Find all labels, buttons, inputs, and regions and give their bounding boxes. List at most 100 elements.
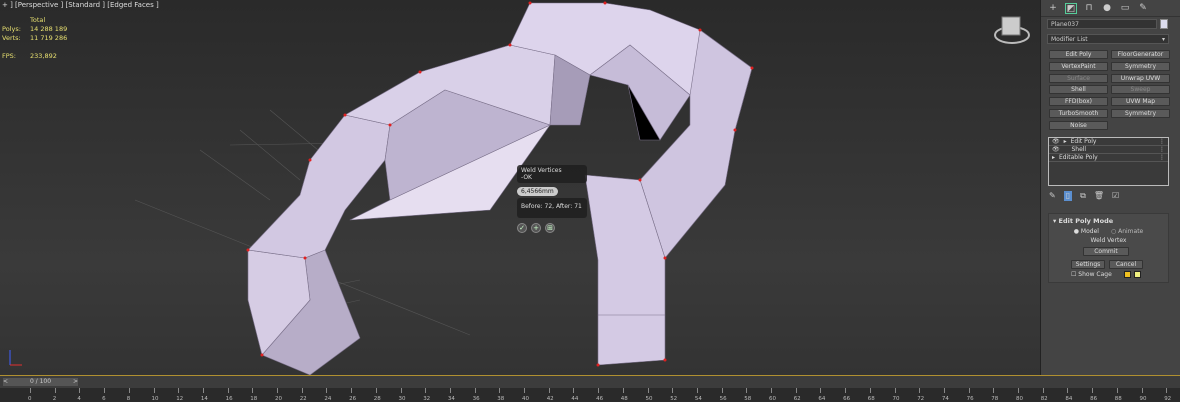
show-cage-checkbox[interactable]: ☐ Show Cage [1071,271,1112,278]
cancel-button[interactable]: Cancel [1109,260,1143,269]
utilities-tab-icon[interactable]: ✎ [1137,3,1149,14]
tick-label: 8 [126,396,131,402]
remove-modifier-icon[interactable]: 🗑 [1094,191,1104,201]
polys-value: 14 288 189 [30,25,68,33]
tick-mark [178,388,180,393]
cage-color-1[interactable] [1124,271,1131,278]
frame-counter: 0 / 100 [29,378,52,385]
tick-label: 4 [77,396,81,402]
tick-mark [845,388,847,393]
modifier-button[interactable]: Symmetry [1111,61,1170,71]
make-unique-icon[interactable]: ⧉ [1080,191,1086,201]
stats-overlay: Total Polys: 14 288 189 Verts: 11 719 286 … [2,16,67,61]
tick-mark [351,388,353,393]
tick-label: 44 [571,396,579,402]
pin-stack-icon[interactable]: ✎ [1049,191,1056,201]
ok-icon[interactable]: ✓ [517,223,527,233]
modifier-list-dropdown[interactable]: Modifier List ▾ [1047,34,1169,44]
modifier-button[interactable]: Edit Poly [1049,50,1108,59]
tick-mark [820,388,822,393]
modifier-button[interactable]: Symmetry [1111,109,1170,118]
tick-mark [869,388,871,393]
stack-item-edit-poly[interactable]: 👁 ▸ Edit Poly ⋮ [1049,138,1168,146]
viewport-label[interactable]: + ] [Perspective ] [Standard ] [Edged Fa… [2,1,159,9]
caddy-title-text: Weld Vertices [521,167,562,174]
viewport[interactable]: + ] [Perspective ] [Standard ] [Edged Fa… [0,0,1040,375]
tick-mark [400,388,402,393]
animate-radio[interactable]: ○ Animate [1111,228,1143,235]
tick-mark [771,388,772,393]
modifier-button[interactable]: FloorGenerator [1111,50,1170,59]
tick-mark [474,388,476,393]
tick-label: 2 [52,396,57,402]
tick-mark [647,388,649,393]
tick-mark [1042,388,1044,393]
tick-label: 20 [275,396,282,402]
settings-button[interactable]: Settings [1071,260,1105,269]
tick-label: 10 [151,396,159,402]
tick-mark [54,388,56,393]
view-cube-icon [994,16,1030,44]
modifier-button[interactable]: UVW Map [1111,97,1170,107]
object-color-swatch[interactable] [1160,19,1168,29]
tick-label: 66 [843,396,851,402]
tick-mark [894,388,896,393]
verts-label: Verts: [2,34,21,42]
tick-mark [252,388,254,393]
apply-continue-icon[interactable]: + [531,223,541,233]
track-bar[interactable]: 0 2 4 6 8 10 12 14 16 18 20 22 24 26 28 30 32 34 36 38 40 42 4… [0,388,1180,402]
modifier-button[interactable]: VertexPaint [1049,61,1108,71]
model-radio[interactable]: ● Model [1074,228,1099,235]
tick-label: 24 [324,396,332,402]
stack-item-shell[interactable]: 👁 Shell ⋮ [1049,146,1168,154]
tick-label: 38 [497,396,505,402]
tick-label: 72 [917,396,925,402]
tick-label: 62 [793,396,801,402]
tick-label: 68 [867,396,875,402]
create-tab-icon[interactable]: + [1047,3,1059,14]
display-tab-icon[interactable]: ▭ [1119,3,1131,14]
modifier-button[interactable]: Sweep [1111,85,1170,95]
pin-icon[interactable]: ⊞ [545,223,555,233]
weld-threshold-input[interactable]: 6,4566mm [517,187,558,196]
tick-label: 12 [176,396,184,402]
tick-mark [499,388,501,393]
modifier-button[interactable]: Shell [1049,85,1108,95]
modifier-button[interactable]: TurboSmooth [1049,109,1108,118]
motion-tab-icon[interactable]: ● [1101,3,1113,14]
polys-label: Polys: [2,25,21,33]
tick-mark [104,388,106,393]
time-slider[interactable]: <0 / 100 > [3,378,78,386]
tick-label: 18 [250,396,258,402]
tick-label: 64 [818,396,826,402]
caddy-title: Weld Vertices -OK [517,165,587,183]
modifier-button[interactable]: Unwrap UVW [1111,73,1170,83]
eye-icon[interactable]: 👁 [1052,146,1060,153]
tick-mark [153,388,155,393]
modify-tab-icon[interactable]: ◩ [1065,3,1077,14]
eye-icon[interactable]: 👁 [1052,138,1060,145]
tick-label: 32 [423,396,431,402]
configure-icon[interactable]: ☑ [1112,191,1119,201]
tick-mark [1116,388,1118,393]
modifier-stack[interactable]: 👁 ▸ Edit Poly ⋮ 👁 Shell ⋮ ▸ Editable Poly ⋮ [1048,137,1169,186]
stack-item-editable-poly[interactable]: ▸ Editable Poly ⋮ [1049,154,1168,162]
cage-color-2[interactable] [1134,271,1141,278]
tick-mark [622,388,624,393]
tick-mark [721,388,723,393]
object-name-input[interactable]: Plane037 [1047,19,1157,29]
axis-tripod-icon [9,350,22,366]
modifier-button[interactable]: Noise [1049,120,1108,130]
commit-button[interactable]: Commit [1083,247,1129,256]
tick-label: 14 [200,396,208,402]
tick-label: 16 [225,396,233,402]
tick-mark [202,388,204,393]
rollout-title[interactable]: ▾ Edit Poly Mode [1049,214,1168,228]
modifier-button[interactable]: FFD(box) [1049,97,1108,107]
tick-label: 6 [102,396,106,402]
chevron-down-icon: ▾ [1161,36,1165,43]
modifier-button[interactable]: Surface [1049,73,1108,83]
weld-caddy: Weld Vertices -OK 6,4566mm Before: 72, Af… [517,165,587,233]
show-end-result-icon[interactable]: ▯ [1063,191,1073,201]
hierarchy-tab-icon[interactable]: ⊓ [1083,3,1095,14]
